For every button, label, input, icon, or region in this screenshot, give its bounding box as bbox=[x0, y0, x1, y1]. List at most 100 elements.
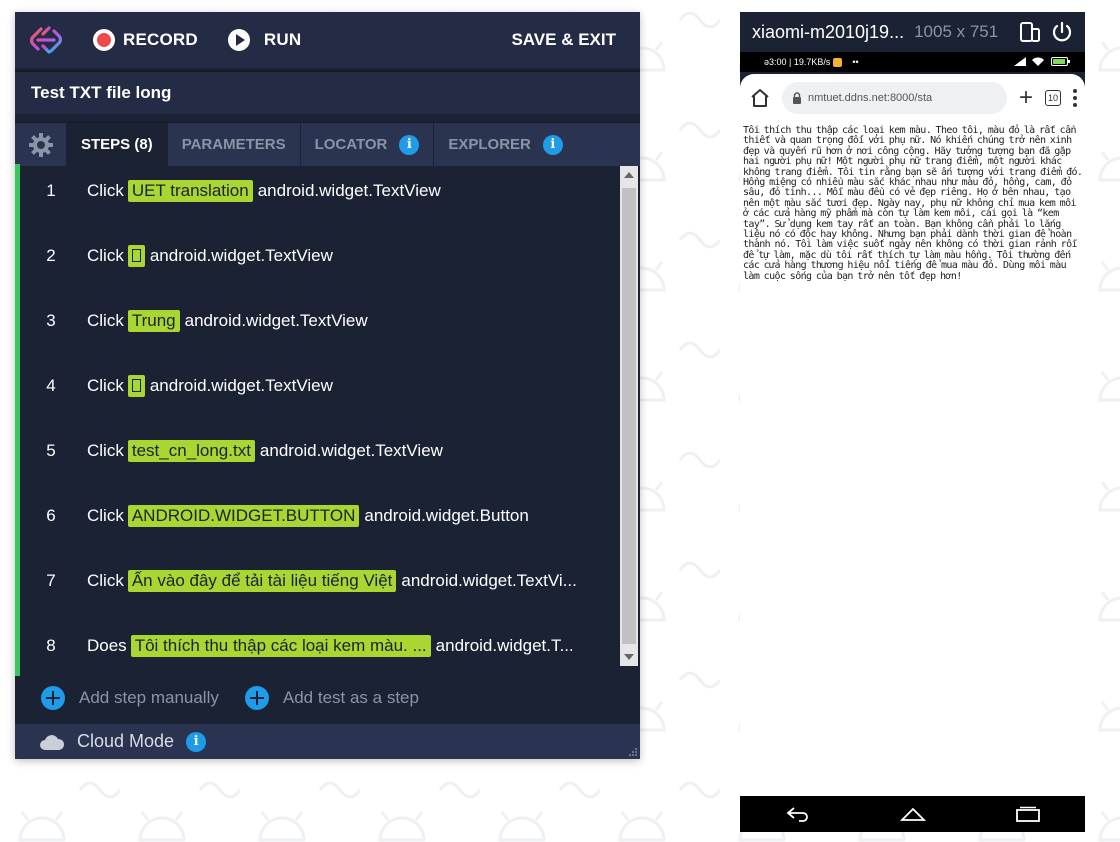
scrollbar-thumb[interactable] bbox=[622, 188, 636, 644]
url-bar[interactable]: nmtuet.ddns.net:8000/sta bbox=[782, 82, 1007, 114]
step-row[interactable]: 4 Click android.widget.TextView bbox=[20, 366, 620, 406]
tab-locator[interactable]: LOCATOR i bbox=[301, 123, 435, 166]
step-action: Click bbox=[87, 376, 124, 395]
save-exit-button[interactable]: SAVE & EXIT bbox=[511, 30, 616, 50]
tab-explorer[interactable]: EXPLORER i bbox=[434, 123, 577, 166]
run-label: RUN bbox=[263, 30, 302, 49]
add-test-as-step-button[interactable]: Add test as a step bbox=[244, 686, 419, 710]
new-tab-plus-icon[interactable]: + bbox=[1019, 86, 1033, 110]
step-row[interactable]: 5 Click test_cn_long.txt android.widget.… bbox=[20, 431, 620, 471]
run-button[interactable]: RUN bbox=[227, 29, 302, 51]
step-target bbox=[127, 375, 145, 397]
step-action: Click bbox=[87, 571, 124, 590]
step-number: 7 bbox=[46, 571, 56, 590]
add-step-manually-button[interactable]: Add step manually bbox=[41, 686, 219, 710]
record-icon bbox=[93, 29, 115, 51]
step-row[interactable]: 6 Click ANDROID.WIDGET.BUTTON android.wi… bbox=[20, 496, 620, 536]
android-status-bar: ə3:00 | 19.7KB/s •• bbox=[740, 52, 1085, 72]
top-toolbar: RECORD RUN SAVE & EXIT bbox=[15, 12, 640, 68]
step-number: 4 bbox=[46, 376, 56, 395]
add-test-as-step-label: Add test as a step bbox=[282, 688, 419, 707]
steps-list: 1 Click UET translation android.widget.T… bbox=[15, 164, 619, 676]
tab-settings[interactable] bbox=[15, 123, 67, 166]
step-element: android.widget.TextView bbox=[184, 311, 368, 330]
step-row[interactable]: 2 Click android.widget.TextView bbox=[20, 236, 620, 276]
missing-glyph-icon bbox=[131, 249, 141, 262]
step-target: test_cn_long.txt bbox=[127, 440, 255, 462]
scroll-up-arrow-icon[interactable] bbox=[620, 166, 638, 184]
tab-parameters[interactable]: PARAMETERS bbox=[168, 123, 301, 166]
recent-apps-icon[interactable] bbox=[1015, 806, 1041, 822]
record-button[interactable]: RECORD bbox=[93, 29, 198, 51]
gear-icon bbox=[28, 132, 53, 157]
device-name: xiaomi-m2010j19... bbox=[752, 21, 905, 42]
step-target: Ấn vào đây để tải tài liệu tiếng Việt bbox=[127, 570, 397, 592]
device-resolution: 1005 x 751 bbox=[914, 22, 999, 41]
step-element: android.widget.TextView bbox=[149, 376, 333, 395]
test-title[interactable]: Test TXT file long bbox=[15, 70, 640, 114]
power-icon[interactable] bbox=[1051, 21, 1073, 43]
step-row[interactable]: 1 Click UET translation android.widget.T… bbox=[20, 171, 620, 211]
home-button-icon[interactable] bbox=[899, 807, 926, 821]
steps-area: 1 Click UET translation android.widget.T… bbox=[15, 164, 640, 676]
app-logo-icon bbox=[30, 26, 62, 54]
steps-scrollbar[interactable] bbox=[620, 166, 638, 666]
step-element: android.widget.Button bbox=[364, 506, 529, 525]
step-number: 2 bbox=[46, 246, 56, 265]
step-action: Click bbox=[87, 311, 124, 330]
play-icon bbox=[227, 29, 250, 51]
device-screen[interactable]: nmtuet.ddns.net:8000/sta + 10 Tôi thích … bbox=[740, 74, 1085, 796]
cloud-mode-bar[interactable]: Cloud Mode i bbox=[15, 724, 640, 759]
scroll-down-arrow-icon[interactable] bbox=[620, 648, 638, 666]
android-nav-bar bbox=[740, 796, 1085, 832]
add-step-manually-label: Add step manually bbox=[79, 688, 219, 707]
missing-glyph-icon bbox=[131, 379, 141, 392]
signal-icon bbox=[1013, 56, 1026, 66]
battery-icon bbox=[1051, 56, 1070, 66]
plus-circle-icon bbox=[41, 686, 65, 710]
status-dots: •• bbox=[852, 57, 859, 67]
tab-steps-label: STEPS (8) bbox=[81, 136, 153, 153]
cloud-mode-label: Cloud Mode bbox=[77, 731, 175, 751]
step-action: Click bbox=[87, 441, 124, 460]
home-icon[interactable] bbox=[750, 88, 770, 108]
step-number: 6 bbox=[46, 506, 56, 525]
step-element: android.widget.TextVi... bbox=[401, 571, 577, 590]
tab-bar: STEPS (8) PARAMETERS LOCATOR i EXPLORER … bbox=[15, 122, 640, 166]
step-element: android.widget.TextView bbox=[259, 441, 443, 460]
add-step-row: Add step manually Add test as a step bbox=[15, 676, 640, 720]
step-element: android.widget.T... bbox=[435, 636, 574, 655]
tab-parameters-label: PARAMETERS bbox=[181, 136, 286, 153]
step-row[interactable]: 8 Does Tôi thích thu thập các loại kem m… bbox=[20, 626, 620, 666]
step-action: Click bbox=[87, 181, 124, 200]
step-target: Trung bbox=[127, 310, 180, 332]
wifi-icon bbox=[1032, 57, 1045, 66]
url-text: nmtuet.ddns.net:8000/sta bbox=[808, 92, 933, 104]
tab-steps[interactable]: STEPS (8) bbox=[67, 123, 168, 166]
step-target: UET translation bbox=[127, 180, 253, 202]
step-target bbox=[127, 245, 145, 267]
status-time-speed: ə3:00 | 19.7KB/s bbox=[764, 57, 831, 67]
step-action: Click bbox=[87, 506, 124, 525]
tab-explorer-label: EXPLORER bbox=[448, 136, 531, 153]
step-row[interactable]: 3 Click Trung android.widget.TextView bbox=[20, 301, 620, 341]
tab-count-button[interactable]: 10 bbox=[1045, 90, 1061, 106]
info-icon[interactable]: i bbox=[399, 134, 420, 155]
resize-grip-icon[interactable] bbox=[627, 746, 637, 756]
page-text: Tôi thích thu thập các loại kem màu. The… bbox=[743, 125, 1083, 282]
status-app-icon bbox=[833, 57, 843, 67]
step-element: android.widget.TextView bbox=[257, 181, 441, 200]
recorder-panel: RECORD RUN SAVE & EXIT Test TXT file lon… bbox=[15, 12, 640, 759]
step-action: Click bbox=[87, 246, 124, 265]
device-window: xiaomi-m2010j19... 1005 x 751 ə3:00 | 19… bbox=[740, 12, 1085, 832]
step-number: 1 bbox=[46, 181, 56, 200]
record-label: RECORD bbox=[123, 30, 198, 49]
step-row[interactable]: 7 Click Ấn vào đây để tải tài liệu tiếng… bbox=[20, 561, 620, 601]
step-element: android.widget.TextView bbox=[149, 246, 333, 265]
tab-locator-label: LOCATOR bbox=[314, 136, 388, 153]
info-icon[interactable]: i bbox=[542, 134, 563, 155]
info-icon[interactable]: i bbox=[186, 731, 207, 752]
more-menu-icon[interactable] bbox=[1073, 89, 1077, 107]
rotate-device-icon[interactable] bbox=[1019, 21, 1041, 43]
back-icon[interactable] bbox=[785, 806, 811, 822]
